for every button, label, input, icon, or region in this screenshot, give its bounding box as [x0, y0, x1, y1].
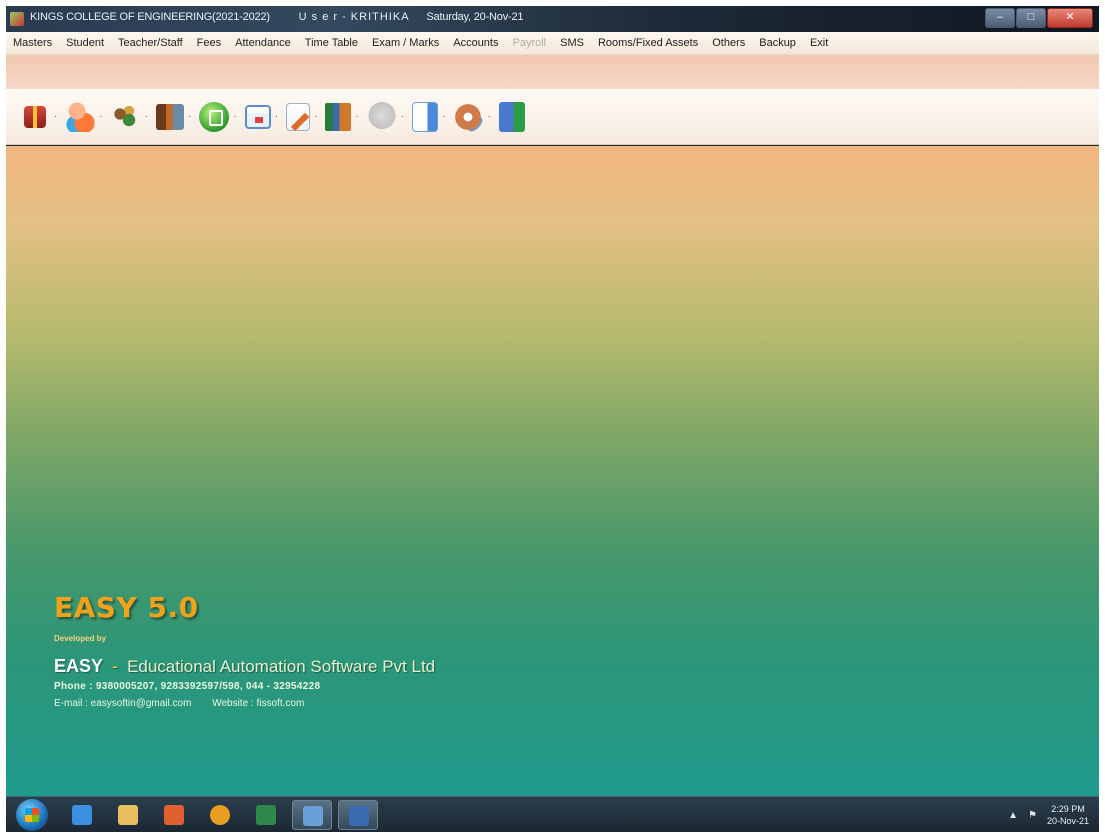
toolbar-dropdown-icon[interactable]: · — [54, 111, 57, 122]
menu-sms[interactable]: SMS — [553, 37, 591, 49]
attendance-icon — [199, 101, 230, 132]
toolbar-button-1[interactable]: · — [20, 102, 59, 132]
email-text: E-mail : easysoftin@gmail.com — [54, 698, 192, 709]
toolbar-button-3[interactable]: · — [110, 101, 150, 132]
developed-by-label: Developed by — [54, 634, 107, 643]
window-controls: – □ ✕ — [984, 8, 1093, 28]
taskbar-item-chrome[interactable] — [200, 800, 240, 830]
taskbar-item-media-player[interactable] — [154, 800, 194, 830]
minimize-button[interactable]: – — [985, 8, 1015, 28]
toolbar-button-6[interactable]: · — [244, 104, 280, 129]
user-label: U s e r - KRITHIKA — [298, 11, 410, 23]
menu-student[interactable]: Student — [59, 37, 111, 49]
menu-attendance[interactable]: Attendance — [228, 37, 298, 49]
company-dash: - — [112, 656, 119, 676]
toolbar-button-12[interactable] — [498, 101, 525, 132]
close-button[interactable]: ✕ — [1047, 8, 1093, 28]
menu-exam-marks[interactable]: Exam / Marks — [365, 37, 446, 49]
system-tray: ▲ ⚑ 2:29 PM 20-Nov-21 — [1008, 801, 1089, 829]
menu-accounts[interactable]: Accounts — [446, 37, 505, 49]
exam-pen-icon — [286, 102, 311, 131]
taskbar-item-easy-app[interactable] — [292, 800, 332, 830]
product-title: EASY 5.0 — [54, 591, 199, 624]
contact-line: E-mail : easysoftin@gmail.com Website : … — [54, 698, 304, 709]
clock-time: 2:29 PM — [1051, 804, 1085, 814]
menu-fees[interactable]: Fees — [190, 37, 228, 49]
toolbar-dropdown-icon[interactable]: · — [355, 111, 358, 122]
toolbar-button-9[interactable]: · — [366, 101, 406, 132]
company-full: Educational Automation Software Pvt Ltd — [127, 657, 436, 676]
toolbar-dropdown-icon[interactable]: · — [233, 111, 236, 122]
taskbar: ▲ ⚑ 2:29 PM 20-Nov-21 — [6, 796, 1099, 832]
toolbar-dropdown-icon[interactable]: · — [275, 111, 278, 122]
menu-rooms-fixed-assets[interactable]: Rooms/Fixed Assets — [591, 37, 705, 49]
toolbar-dropdown-icon[interactable]: · — [442, 111, 445, 122]
toolbar-button-2[interactable]: · — [65, 101, 104, 132]
website-text: Website : fissoft.com — [212, 698, 305, 709]
settings-gear-icon — [453, 101, 484, 132]
toolbar-button-11[interactable]: · — [453, 101, 492, 132]
media-player-icon — [164, 805, 184, 825]
college-title: KINGS COLLEGE OF ENGINEERING(2021-2022) — [30, 11, 270, 23]
toolbar-dropdown-icon[interactable]: · — [487, 111, 490, 122]
gift-icon — [24, 105, 46, 128]
menu-payroll[interactable]: Payroll — [505, 37, 553, 49]
toolbar-button-8[interactable]: · — [325, 102, 360, 131]
toolbar-dropdown-icon[interactable]: · — [314, 111, 317, 122]
phone-numbers: Phone : 9380005207, 9283392597/598, 044 … — [54, 681, 321, 692]
toolbar-dropdown-icon[interactable]: · — [401, 111, 404, 122]
toolbar-dropdown-icon[interactable]: · — [145, 111, 148, 122]
sms-document-icon — [412, 101, 439, 132]
company-name: EASY - Educational Automation Software P… — [54, 656, 435, 677]
clock-date: 20-Nov-21 — [1046, 816, 1089, 826]
menu-exit[interactable]: Exit — [803, 37, 835, 49]
start-button[interactable] — [16, 799, 48, 831]
company-short: EASY — [54, 656, 104, 676]
excel-icon — [256, 805, 276, 825]
app-icon — [10, 12, 24, 26]
taskbar-item-excel[interactable] — [246, 800, 286, 830]
toolbar-button-10[interactable]: · — [412, 101, 447, 132]
easy-app-icon — [303, 806, 323, 826]
menu-bar: Masters Student Teacher/Staff Fees Attendanc… — [6, 32, 1099, 55]
main-area: EASY 5.0 Developed by EASY - Educational… — [6, 146, 1099, 796]
clock[interactable]: 2:29 PM 20-Nov-21 — [1047, 803, 1089, 827]
tray-flag-icon[interactable]: ⚑ — [1028, 810, 1037, 821]
menu-masters[interactable]: Masters — [6, 37, 59, 49]
toolbar-button-4[interactable]: · — [156, 103, 193, 130]
app-window: KINGS COLLEGE OF ENGINEERING(2021-2022) … — [6, 6, 1099, 832]
taskbar-item-word-app[interactable] — [338, 800, 378, 830]
student-people-icon — [65, 101, 96, 132]
payroll-disabled-icon — [366, 101, 397, 132]
accounts-books-icon — [325, 102, 352, 131]
menu-backup[interactable]: Backup — [752, 37, 803, 49]
toolbar-dropdown-icon[interactable]: · — [99, 111, 102, 122]
word-app-icon — [349, 806, 369, 826]
taskbar-item-ie[interactable] — [62, 800, 102, 830]
taskbar-item-file-explorer[interactable] — [108, 800, 148, 830]
calendar-icon — [244, 104, 271, 129]
toolbar: · · · · · · · · · · · — [6, 89, 1099, 145]
toolbar-button-7[interactable]: · — [286, 102, 319, 131]
date-label: Saturday, 20-Nov-21 — [426, 11, 524, 23]
title-bar[interactable]: KINGS COLLEGE OF ENGINEERING(2021-2022) … — [6, 6, 1099, 32]
exit-door-icon — [498, 101, 525, 132]
maximize-button[interactable]: □ — [1016, 8, 1046, 28]
menu-time-table[interactable]: Time Table — [298, 37, 365, 49]
staff-group-icon — [110, 101, 141, 132]
menu-teacher-staff[interactable]: Teacher/Staff — [111, 37, 190, 49]
toolbar-dropdown-icon[interactable]: · — [188, 111, 191, 122]
menu-others[interactable]: Others — [705, 37, 752, 49]
window-title: KINGS COLLEGE OF ENGINEERING(2021-2022) … — [30, 11, 523, 23]
ie-icon — [72, 805, 92, 825]
chrome-icon — [210, 805, 230, 825]
tray-chevron-icon[interactable]: ▲ — [1008, 810, 1018, 821]
toolbar-button-5[interactable]: · — [199, 101, 238, 132]
menu-strip — [6, 55, 1099, 89]
fees-money-icon — [156, 103, 185, 130]
file-explorer-icon — [118, 805, 138, 825]
